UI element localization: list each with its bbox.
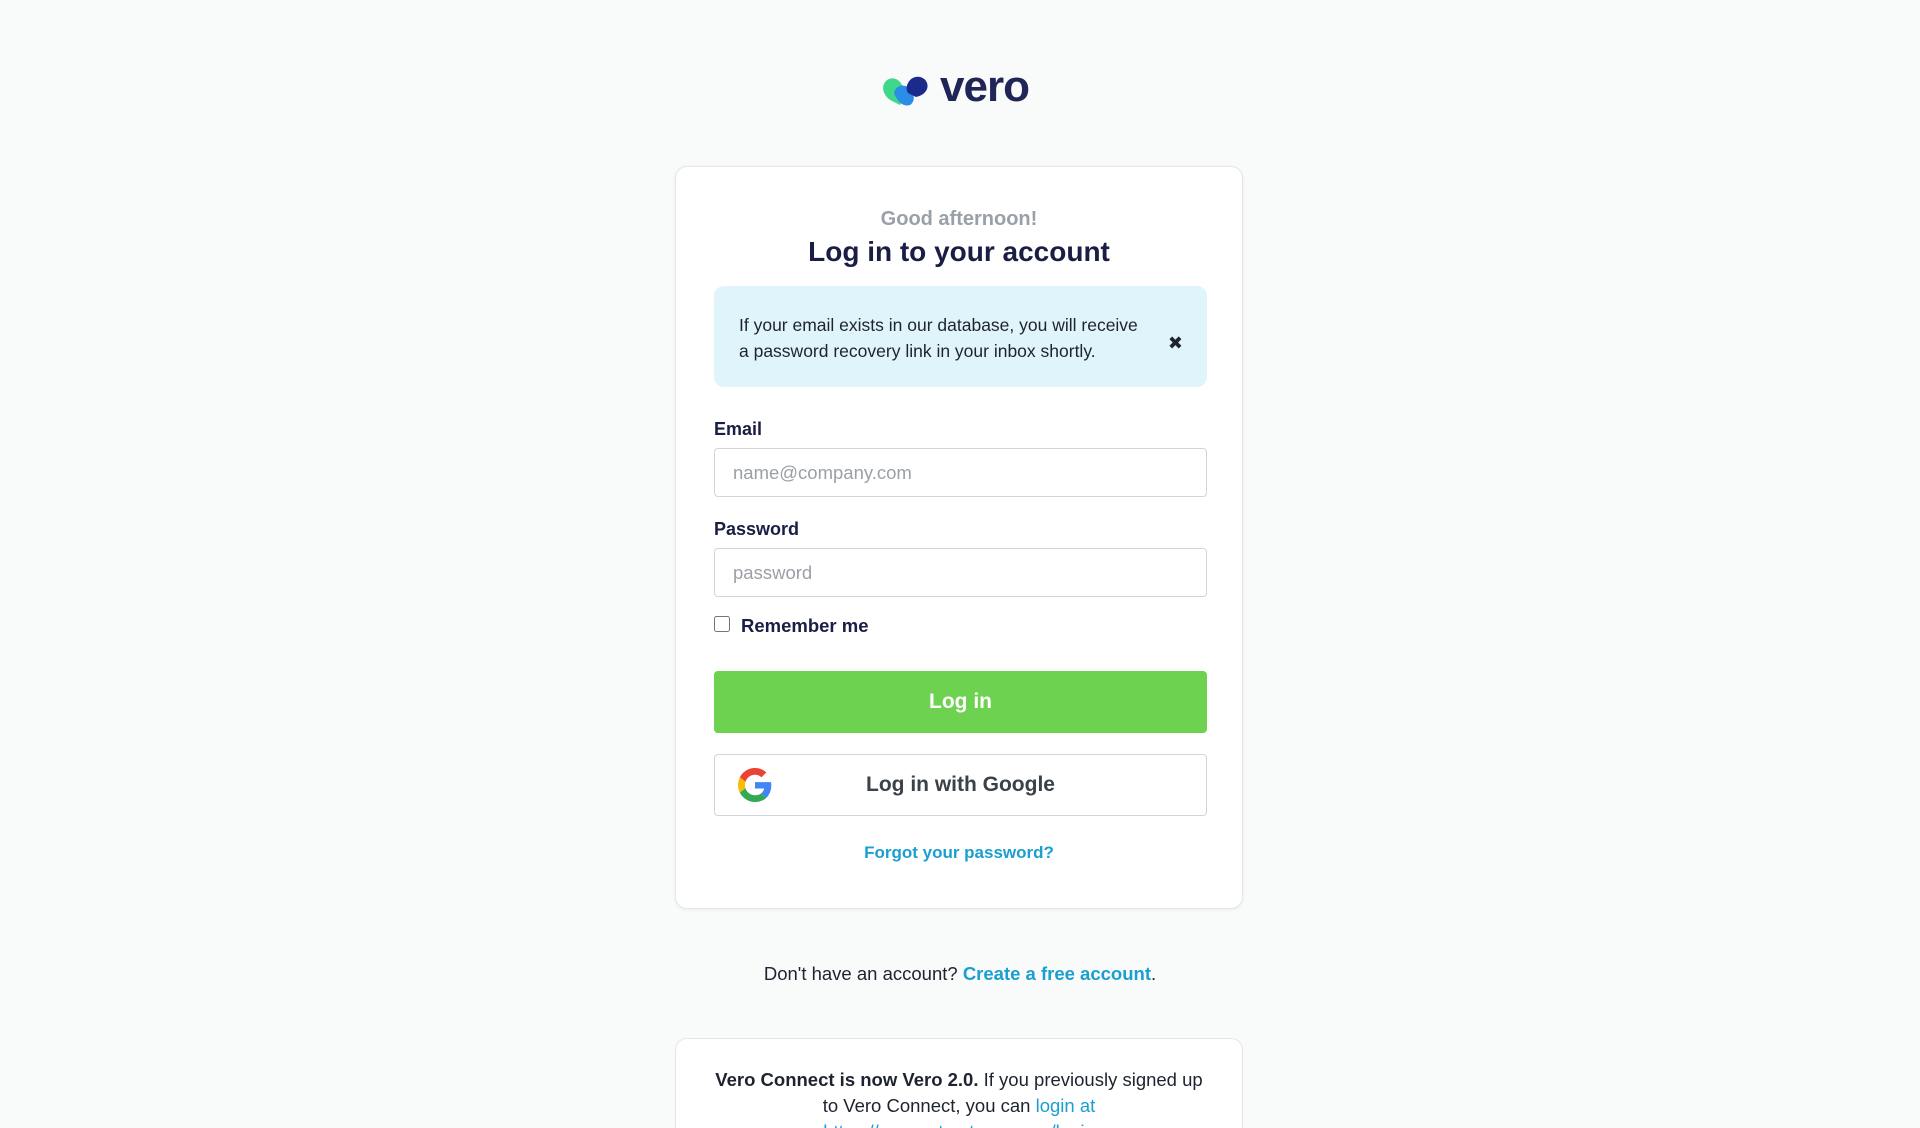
password-label: Password <box>714 519 800 539</box>
google-icon <box>738 768 772 802</box>
vero-connect-notice: Vero Connect is now Vero 2.0. If you pre… <box>675 1038 1243 1128</box>
remember-me-checkbox[interactable] <box>714 616 730 632</box>
password-field[interactable] <box>714 548 1207 597</box>
email-field[interactable] <box>714 448 1207 497</box>
signup-period: . <box>1150 963 1157 984</box>
login-page: vero Good afternoon! Log in to your acco… <box>0 0 1920 1128</box>
page-title: Log in to your account <box>808 236 1110 267</box>
alert-message: If your email exists in our database, yo… <box>739 315 1138 361</box>
notice-heading: Vero Connect is now Vero 2.0. <box>715 1069 984 1090</box>
remember-me-label[interactable]: Remember me <box>741 615 869 637</box>
forgot-password-link[interactable]: Forgot your password? <box>676 843 1242 863</box>
greeting: Good afternoon! <box>880 208 1038 230</box>
email-label: Email <box>714 419 763 439</box>
remember-me-row: Remember me <box>714 615 869 637</box>
signup-text: Don't have an account? <box>763 963 963 984</box>
login-card: Good afternoon! Log in to your account I… <box>675 166 1243 909</box>
close-icon[interactable]: ✖ <box>1168 334 1183 352</box>
signup-prompt: Don't have an account? Create a free acc… <box>0 963 1920 985</box>
logo-wordmark: vero <box>940 62 1030 111</box>
vero-heart-logo-icon <box>883 76 928 106</box>
info-alert: If your email exists in our database, yo… <box>714 286 1207 387</box>
google-button-label: Log in with Google <box>866 773 1055 796</box>
login-button[interactable]: Log in <box>714 671 1207 733</box>
create-account-link[interactable]: Create a free account <box>963 963 1151 984</box>
google-login-button[interactable]: Log in with Google <box>714 754 1207 816</box>
vero-logo[interactable]: vero <box>880 62 1030 116</box>
